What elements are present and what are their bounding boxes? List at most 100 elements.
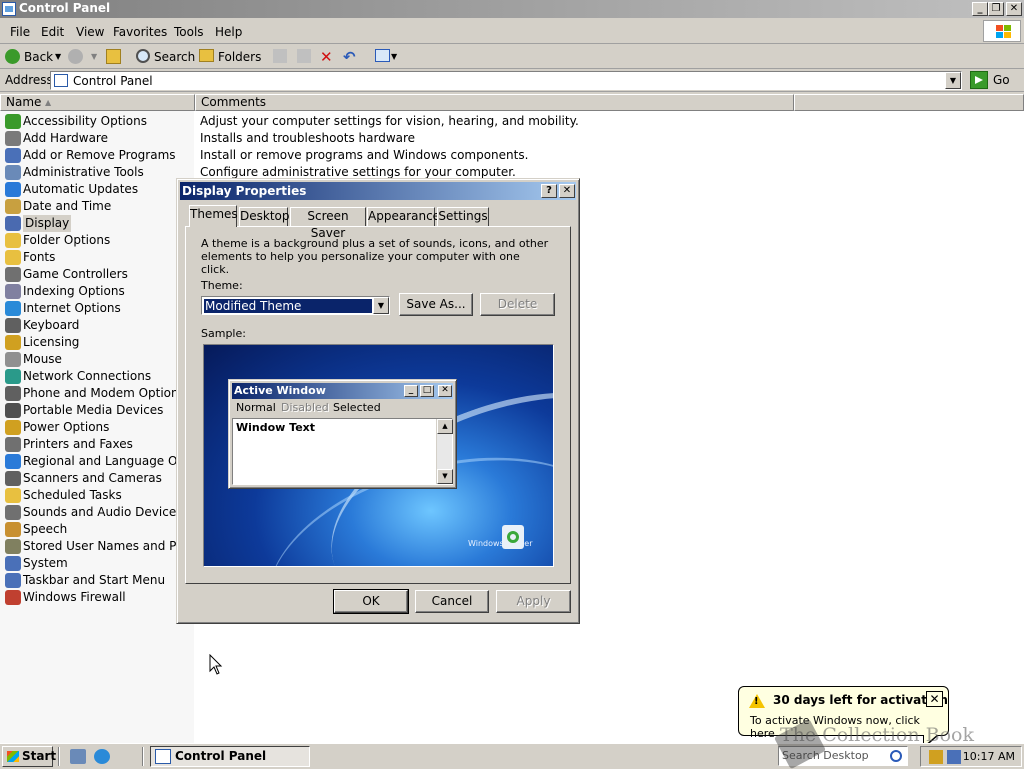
column-header-comments[interactable]: Comments (195, 94, 794, 111)
menu-file[interactable]: File (10, 25, 30, 39)
show-desktop-icon[interactable] (70, 749, 86, 764)
cancel-button[interactable]: Cancel (415, 590, 489, 613)
list-item[interactable]: Keyboard (5, 317, 193, 334)
list-header: Name ▲ Comments (0, 94, 1024, 111)
help-button[interactable]: ? (541, 184, 557, 198)
search-icon[interactable] (890, 750, 902, 762)
go-arrow-icon (970, 71, 988, 89)
item-icon (5, 539, 21, 554)
balloon-close-button[interactable]: ✕ (926, 691, 943, 707)
forward-arrow-icon[interactable] (68, 49, 83, 64)
menu-favorites[interactable]: Favorites (113, 25, 167, 39)
views-icon[interactable] (375, 49, 390, 62)
item-icon (5, 216, 21, 231)
theme-select[interactable]: Modified Theme ▼ (201, 296, 390, 315)
item-name: Accessibility Options (23, 114, 147, 128)
list-item[interactable]: Add Hardware (5, 130, 193, 147)
tab-settings[interactable]: Settings (437, 207, 489, 226)
apply-button[interactable]: Apply (496, 590, 571, 613)
close-button[interactable]: ✕ (1006, 2, 1022, 16)
window-title-bar[interactable]: Control Panel _ ❐ ✕ (0, 0, 1024, 18)
address-dropdown-icon[interactable]: ▼ (945, 72, 961, 89)
list-item[interactable]: Regional and Language Options (5, 453, 193, 470)
address-input[interactable]: Control Panel ▼ (50, 71, 962, 90)
list-item[interactable]: Folder Options (5, 232, 193, 249)
tab-settings-label: Settings (438, 209, 488, 223)
list-item[interactable]: Administrative Tools (5, 164, 193, 181)
list-item[interactable]: Display (5, 215, 193, 232)
list-item[interactable]: Scheduled Tasks (5, 487, 193, 504)
search-button[interactable]: Search (154, 48, 195, 66)
list-item[interactable]: Internet Options (5, 300, 193, 317)
list-item[interactable]: Printers and Faxes (5, 436, 193, 453)
item-name: Internet Options (23, 301, 121, 315)
list-item[interactable]: Sounds and Audio Devices (5, 504, 193, 521)
start-button[interactable]: Start (2, 746, 56, 767)
ok-button[interactable]: OK (333, 589, 409, 614)
forward-dropdown-icon[interactable]: ▼ (91, 48, 97, 66)
list-item[interactable]: Windows Firewall (5, 589, 193, 606)
menu-edit[interactable]: Edit (41, 25, 64, 39)
dialog-close-button[interactable]: ✕ (559, 184, 575, 198)
activation-key-icon[interactable] (929, 750, 943, 764)
item-icon (5, 267, 21, 282)
views-dropdown-icon[interactable]: ▼ (391, 48, 397, 66)
move-to-icon[interactable] (273, 49, 287, 63)
list-item[interactable]: Network Connections (5, 368, 193, 385)
column-header-empty[interactable] (794, 94, 1024, 111)
item-name: Stored User Names and Passwords (23, 539, 193, 553)
copy-to-icon[interactable] (297, 49, 311, 63)
save-as-button[interactable]: Save As... (399, 293, 473, 316)
minimize-button[interactable]: _ (972, 2, 988, 16)
menu-tools[interactable]: Tools (174, 25, 204, 39)
list-item[interactable]: Indexing Options (5, 283, 193, 300)
list-item[interactable]: Scanners and Cameras (5, 470, 193, 487)
list-item[interactable]: Phone and Modem Options (5, 385, 193, 402)
back-arrow-icon[interactable] (5, 49, 20, 64)
item-name: Game Controllers (23, 267, 128, 281)
item-icon (5, 505, 21, 520)
theme-dropdown-icon[interactable]: ▼ (373, 297, 389, 314)
column-header-name[interactable]: Name ▲ (0, 94, 195, 111)
sample-menu-normal: Normal (236, 401, 276, 414)
toolbar: Back ▼ ▼ Search Folders ✕ ↶ ▼ (0, 45, 1024, 69)
tab-screen-saver[interactable]: Screen Saver (290, 207, 366, 240)
folders-button[interactable]: Folders (218, 48, 261, 66)
tab-desktop[interactable]: Desktop (239, 207, 290, 226)
item-name: Power Options (23, 420, 110, 434)
dialog-title-bar[interactable]: Display Properties ? ✕ (180, 182, 576, 200)
list-item[interactable]: Licensing (5, 334, 193, 351)
delete-icon[interactable]: ✕ (320, 48, 333, 66)
delete-theme-button[interactable]: Delete (480, 293, 555, 316)
list-item[interactable]: Date and Time (5, 198, 193, 215)
undo-icon[interactable]: ↶ (343, 48, 356, 66)
clock[interactable]: 10:17 AM (963, 750, 1015, 763)
back-dropdown-icon[interactable]: ▼ (55, 48, 61, 66)
back-button[interactable]: Back (24, 48, 53, 66)
tab-appearance[interactable]: Appearance (367, 207, 440, 226)
list-item[interactable]: Power Options (5, 419, 193, 436)
list-item[interactable]: Mouse (5, 351, 193, 368)
network-icon[interactable] (947, 750, 961, 764)
list-item[interactable]: Game Controllers (5, 266, 193, 283)
menu-view[interactable]: View (76, 25, 104, 39)
internet-explorer-icon[interactable] (94, 749, 110, 764)
list-item[interactable]: Accessibility Options (5, 113, 193, 130)
up-folder-icon[interactable] (106, 49, 121, 64)
list-item[interactable]: Taskbar and Start Menu (5, 572, 193, 589)
theme-sample-preview: Active Window _ □ ✕ Normal Disabled Sele… (203, 344, 554, 567)
item-name: Date and Time (23, 199, 112, 213)
list-item[interactable]: Automatic Updates (5, 181, 193, 198)
tab-themes[interactable]: Themes (189, 205, 238, 227)
list-item[interactable]: Add or Remove Programs (5, 147, 193, 164)
taskbar-control-panel-button[interactable]: Control Panel (150, 746, 310, 767)
list-item[interactable]: System (5, 555, 193, 572)
menu-help[interactable]: Help (215, 25, 242, 39)
list-item[interactable]: Stored User Names and Passwords (5, 538, 193, 555)
item-name: Display (23, 215, 72, 232)
list-item[interactable]: Speech (5, 521, 193, 538)
list-item[interactable]: Portable Media Devices (5, 402, 193, 419)
restore-button[interactable]: ❐ (988, 2, 1004, 16)
list-item[interactable]: Fonts (5, 249, 193, 266)
item-icon (5, 318, 21, 333)
